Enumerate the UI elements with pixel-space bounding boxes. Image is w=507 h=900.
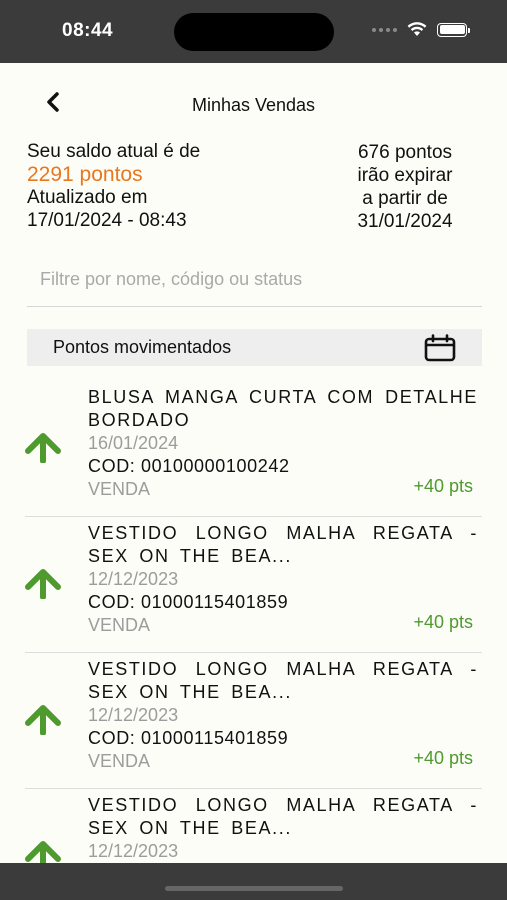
item-name: VESTIDO LONGO MALHA REGATA - SEX ON THE … bbox=[88, 795, 478, 838]
wifi-icon bbox=[407, 22, 427, 36]
item-code: COD: 00100000100242 bbox=[88, 456, 290, 476]
balance-summary: Seu saldo atual é de 2291 pontos Atualiz… bbox=[27, 140, 200, 232]
item-name: VESTIDO LONGO MALHA REGATA - SEX ON THE … bbox=[88, 659, 478, 702]
item-date: 12/12/2023 bbox=[88, 841, 179, 861]
expiring-line-1: 676 pontos bbox=[357, 142, 453, 163]
app-screen: Minhas Vendas Seu saldo atual é de 2291 … bbox=[0, 63, 507, 863]
updated-label: Atualizado em bbox=[27, 187, 148, 208]
home-indicator[interactable] bbox=[165, 886, 343, 891]
expiring-points: 676 pontos irão expirar a partir de 31/0… bbox=[330, 141, 480, 233]
item-details: VESTIDO LONGO MALHA REGATA - SEX ON THE … bbox=[88, 794, 478, 863]
item-points: +40 pts bbox=[413, 748, 473, 768]
status-time: 08:44 bbox=[62, 20, 114, 41]
balance-points: 2291 pontos bbox=[27, 163, 143, 186]
item-date: 12/12/2023 bbox=[88, 705, 179, 725]
dynamic-island bbox=[174, 13, 334, 51]
cellular-signal-icon bbox=[372, 27, 397, 32]
item-points: +40 pts bbox=[413, 612, 473, 632]
expiring-line-2: irão expirar bbox=[357, 165, 453, 186]
section-title: Pontos movimentados bbox=[53, 337, 232, 357]
arrow-up-icon bbox=[25, 705, 61, 735]
transactions-list: BLUSA MANGA CURTA COM DETALHE BORDADO 16… bbox=[0, 381, 507, 863]
balance-label: Seu saldo atual é de bbox=[27, 141, 201, 162]
list-item[interactable]: VESTIDO LONGO MALHA REGATA - SEX ON THE … bbox=[25, 789, 482, 863]
arrow-up-icon bbox=[25, 433, 61, 463]
item-points: +40 pts bbox=[413, 476, 473, 496]
calendar-icon[interactable] bbox=[424, 333, 456, 362]
expiring-line-3: a partir de bbox=[362, 188, 448, 209]
item-name: BLUSA MANGA CURTA COM DETALHE BORDADO bbox=[88, 387, 478, 430]
arrow-up-icon bbox=[25, 569, 61, 599]
list-item[interactable]: VESTIDO LONGO MALHA REGATA - SEX ON THE … bbox=[25, 517, 482, 653]
points-moved-header: Pontos movimentados bbox=[27, 329, 482, 366]
item-name: VESTIDO LONGO MALHA REGATA - SEX ON THE … bbox=[88, 523, 478, 566]
list-item[interactable]: BLUSA MANGA CURTA COM DETALHE BORDADO 16… bbox=[25, 381, 482, 517]
arrow-up-icon bbox=[25, 841, 61, 863]
home-bar-area bbox=[0, 863, 507, 900]
battery-icon bbox=[437, 22, 470, 37]
item-code: COD: 01000115401859 bbox=[88, 592, 289, 612]
expiring-line-4: 31/01/2024 bbox=[357, 211, 453, 232]
page-title: Minhas Vendas bbox=[191, 95, 316, 115]
status-bar: 08:44 bbox=[0, 0, 507, 63]
item-date: 16/01/2024 bbox=[88, 433, 179, 453]
item-code: COD: 01000115401859 bbox=[88, 728, 289, 748]
updated-at: 17/01/2024 - 08:43 bbox=[27, 210, 187, 231]
status-icons bbox=[372, 22, 470, 37]
filter-input[interactable] bbox=[27, 253, 482, 307]
item-date: 12/12/2023 bbox=[88, 569, 179, 589]
list-item[interactable]: VESTIDO LONGO MALHA REGATA - SEX ON THE … bbox=[25, 653, 482, 789]
